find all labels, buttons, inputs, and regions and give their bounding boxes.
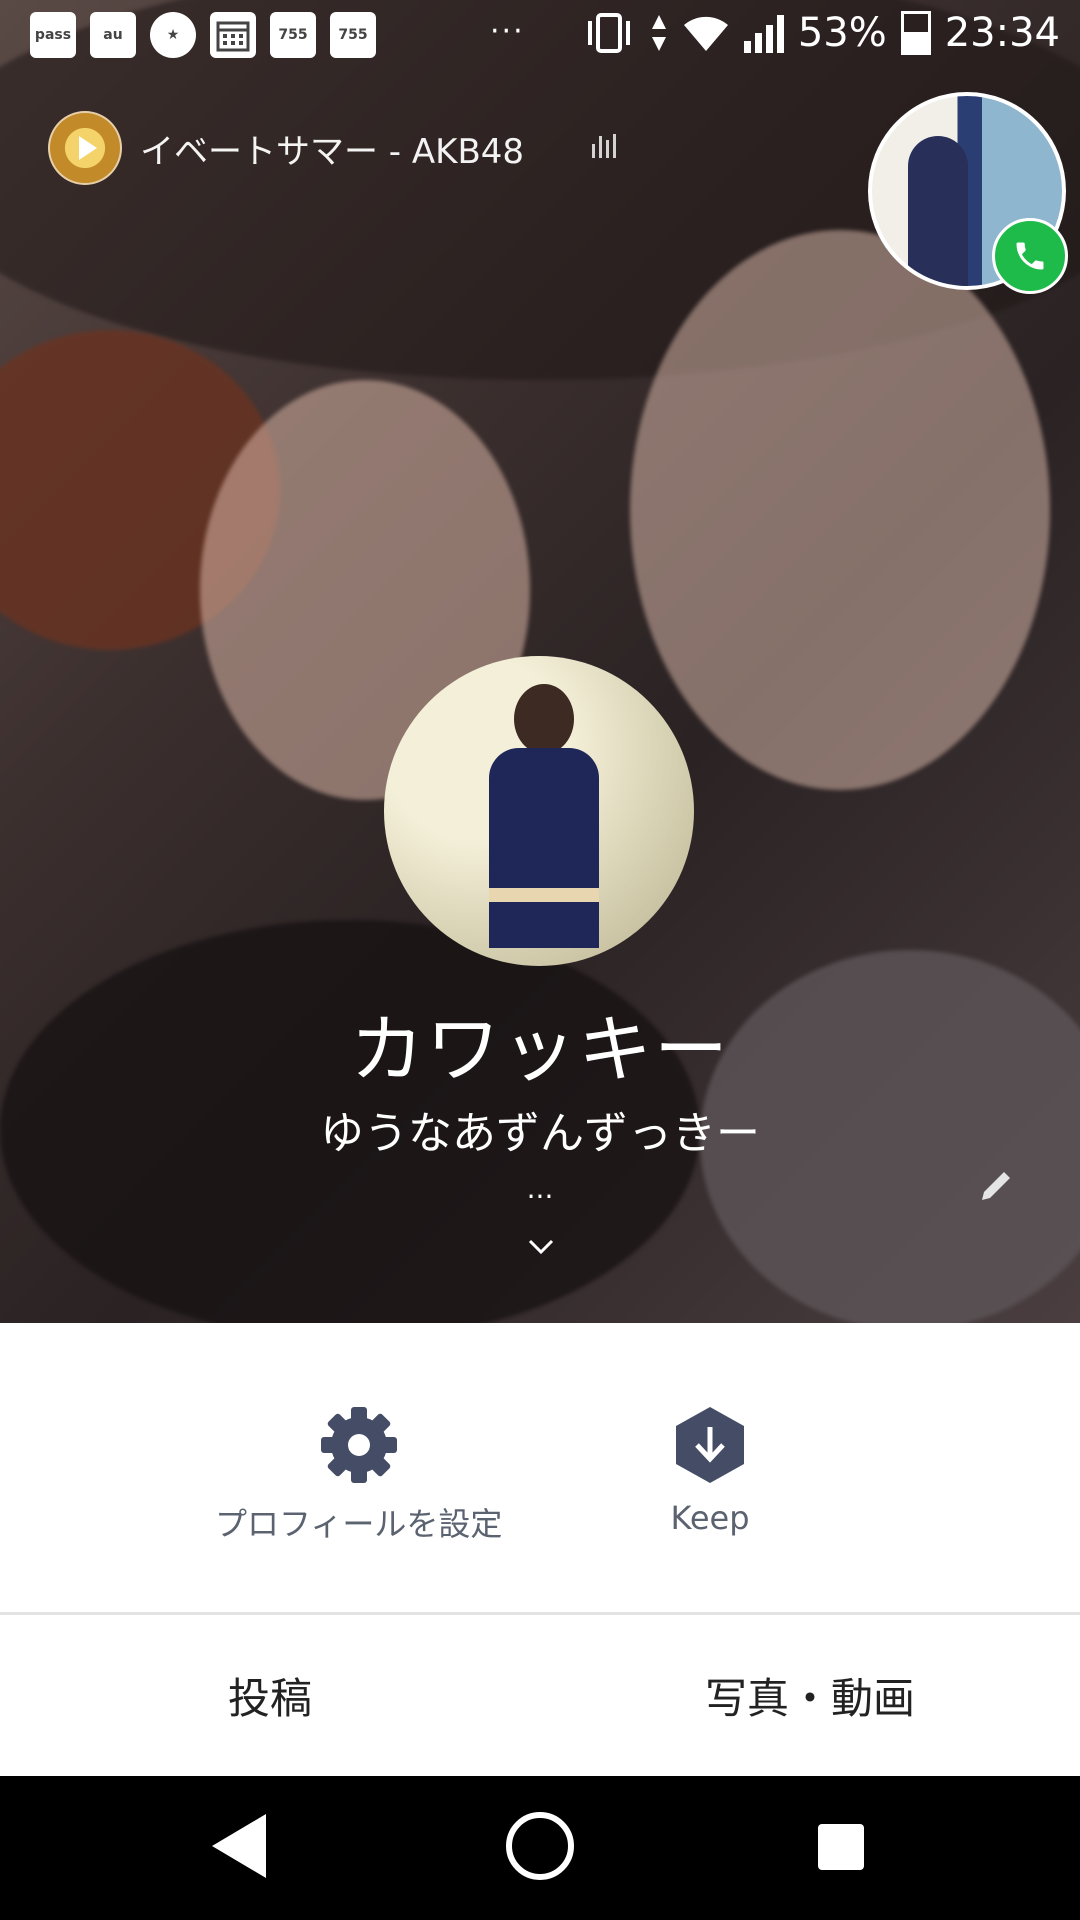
back-icon[interactable]	[212, 1814, 266, 1878]
notification-icons: pass au ★ 755 755	[30, 12, 376, 58]
more-notifications-icon: ···	[490, 14, 525, 49]
vibrate-icon	[587, 13, 630, 53]
profile-actions: プロフィールを設定 Keep	[0, 1323, 1080, 1613]
status-message: ゆうなあずんずっきー	[320, 1108, 760, 1159]
tab-photos-videos[interactable]: 写真・動画	[540, 1615, 1080, 1775]
gear-icon	[320, 1407, 397, 1483]
signal-icon	[743, 13, 784, 53]
profile-music[interactable]: イベートサマー - AKB48	[48, 111, 525, 185]
equalizer-icon	[592, 134, 616, 158]
navigation-bar	[0, 1776, 1080, 1920]
keep-download-icon	[676, 1407, 744, 1483]
clock: 23:34	[944, 10, 1060, 56]
avatar-outfit	[489, 748, 599, 948]
profile-name: カワッキー	[350, 1007, 730, 1093]
battery-percent: 53%	[797, 10, 887, 56]
app-755-icon: 755	[270, 12, 316, 58]
cover-face-right	[630, 230, 1050, 790]
edit-icon[interactable]	[976, 1166, 1016, 1206]
data-arrows-icon	[651, 15, 666, 51]
battery-icon	[900, 11, 931, 55]
home-icon[interactable]	[506, 1812, 574, 1880]
avatar-head	[514, 684, 574, 754]
play-icon[interactable]	[48, 111, 122, 185]
avatar-belt	[489, 888, 599, 902]
mail-icon: au	[90, 12, 136, 58]
app-755-icon-2: 755	[330, 12, 376, 58]
more-indicator: ...	[526, 1172, 554, 1205]
profile-avatar[interactable]	[384, 656, 694, 966]
recent-apps-icon[interactable]	[818, 1824, 864, 1870]
pass-icon: pass	[30, 12, 76, 58]
keep-button[interactable]: Keep	[670, 1405, 750, 1537]
profile-tabs: 投稿 写真・動画	[0, 1615, 1080, 1775]
wifi-icon	[683, 16, 728, 51]
call-button[interactable]	[992, 218, 1068, 294]
calendar-icon	[210, 12, 256, 58]
music-title: イベートサマー - AKB48	[140, 131, 525, 172]
phone-icon	[1016, 242, 1044, 270]
keep-label: Keep	[670, 1499, 750, 1537]
tab-posts[interactable]: 投稿	[0, 1615, 540, 1775]
profile-settings-label: プロフィールを設定	[215, 1505, 503, 1543]
status-bar: pass au ★ 755 755 ··· 53% 23:34	[0, 0, 1080, 76]
call-avatar-figure	[908, 136, 968, 286]
star-icon: ★	[150, 12, 196, 58]
chevron-down-icon[interactable]	[526, 1232, 556, 1262]
system-indicators: 53% 23:34	[582, 10, 1060, 56]
profile-settings-button[interactable]: プロフィールを設定	[215, 1405, 502, 1545]
